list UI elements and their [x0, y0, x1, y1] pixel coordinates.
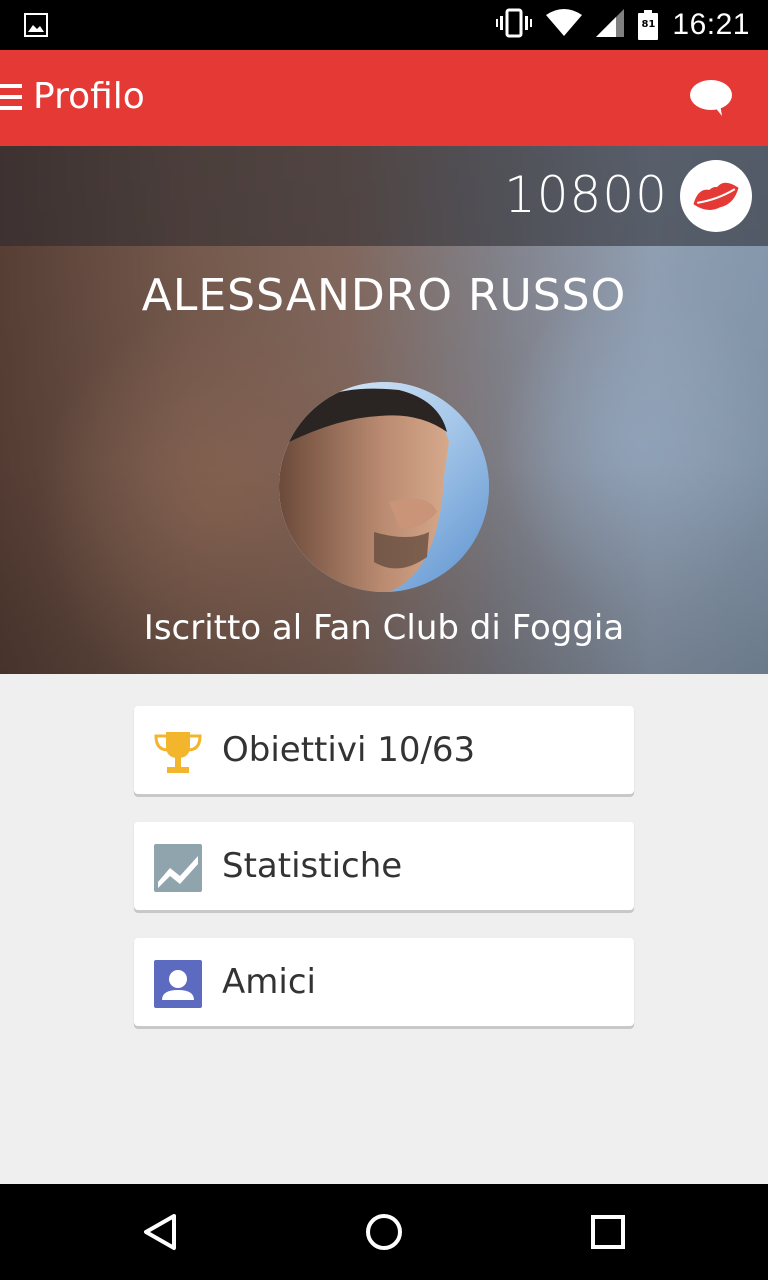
trophy-icon: [154, 728, 202, 776]
image-icon: [24, 13, 48, 41]
objectives-label: Obiettivi 10/63: [222, 730, 476, 770]
menu-icon[interactable]: [0, 84, 22, 112]
home-icon[interactable]: [364, 1212, 404, 1252]
user-name: ALESSANDRO RUSSO: [141, 270, 627, 321]
status-bar: 81 16:21: [0, 0, 768, 50]
person-icon: [154, 960, 202, 1008]
statistics-label: Statistiche: [222, 846, 403, 886]
wifi-icon: [546, 9, 583, 41]
lips-icon[interactable]: [680, 160, 752, 232]
avatar[interactable]: [279, 382, 489, 592]
friends-button[interactable]: Amici: [134, 938, 634, 1026]
objectives-button[interactable]: Obiettivi 10/63: [134, 706, 634, 794]
battery-level: 81: [641, 19, 656, 30]
recents-icon[interactable]: [588, 1212, 628, 1252]
statistics-button[interactable]: Statistiche: [134, 822, 634, 910]
profile-header: 10800 ALESSANDRO RUSSO Iscritto al Fan C…: [0, 146, 768, 674]
chat-icon[interactable]: [688, 78, 734, 122]
chart-icon: [154, 844, 202, 892]
battery-icon: 81: [638, 10, 659, 40]
points-bar: 10800: [0, 146, 768, 246]
friends-label: Amici: [222, 962, 316, 1002]
back-icon[interactable]: [140, 1212, 180, 1252]
status-time: 16:21: [672, 8, 750, 41]
points-value: 10800: [503, 166, 668, 224]
vibrate-icon: [496, 8, 533, 42]
navigation-bar: [0, 1184, 768, 1280]
fan-club-label: Iscritto al Fan Club di Foggia: [143, 608, 625, 648]
signal-icon: [596, 9, 625, 41]
app-bar: Profilo: [0, 50, 768, 146]
page-title: Profilo: [33, 76, 145, 117]
